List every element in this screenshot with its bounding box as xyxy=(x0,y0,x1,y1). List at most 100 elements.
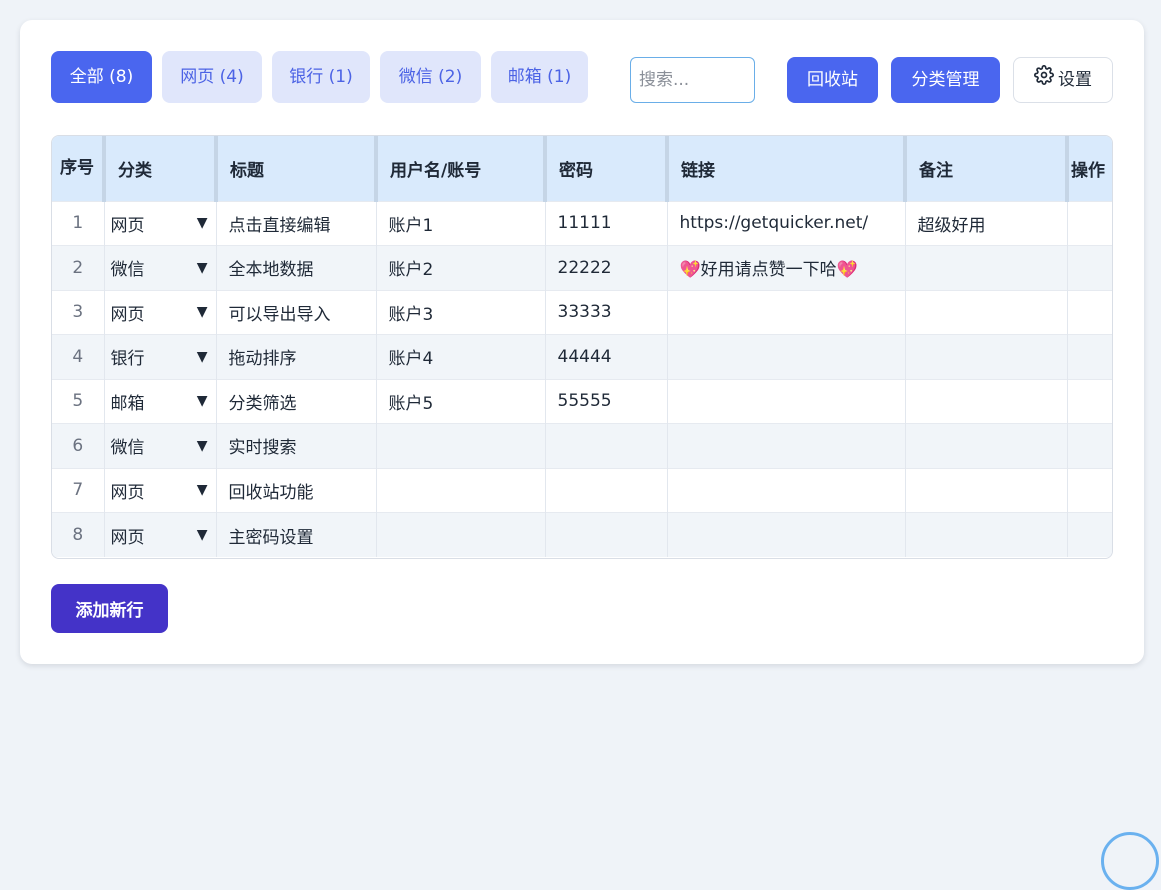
filter-web-button[interactable]: 网页 (4) xyxy=(162,51,262,103)
cell-title[interactable]: 分类筛选 xyxy=(216,378,377,424)
cell-note[interactable] xyxy=(905,289,1068,335)
caret-down-icon: ▼ xyxy=(196,527,208,543)
table-row: 5 邮箱 ▼ 分类筛选 账户5 55555 xyxy=(52,378,1112,424)
cell-actions xyxy=(1067,423,1112,468)
caret-down-icon: ▼ xyxy=(196,348,208,365)
header-link[interactable]: 链接 xyxy=(667,136,907,201)
filter-email-button[interactable]: 邮箱 (1) xyxy=(491,51,588,103)
caret-down-icon: ▼ xyxy=(196,482,208,499)
filter-all-button[interactable]: 全部 (8) xyxy=(51,51,152,103)
caret-down-icon: ▼ xyxy=(196,215,208,232)
header-password[interactable]: 密码 xyxy=(545,136,669,201)
header-category[interactable]: 分类 xyxy=(104,136,218,201)
add-row-button[interactable]: 添加新行 xyxy=(51,584,168,633)
cell-password[interactable] xyxy=(545,512,668,557)
category-value: 银行 xyxy=(110,349,145,370)
cell-note[interactable] xyxy=(905,423,1068,468)
cell-password[interactable] xyxy=(545,467,668,513)
cell-note[interactable] xyxy=(905,334,1068,379)
category-value: 网页 xyxy=(110,215,145,236)
cell-link[interactable] xyxy=(667,423,906,468)
cell-password[interactable]: 33333 xyxy=(545,289,668,335)
cell-title[interactable]: 可以导出导入 xyxy=(216,289,377,335)
cell-link[interactable] xyxy=(667,289,906,335)
cell-password[interactable]: 55555 xyxy=(545,378,668,424)
filter-wechat-button[interactable]: 微信 (2) xyxy=(380,51,481,103)
recycle-bin-button[interactable]: 回收站 xyxy=(787,57,878,103)
cell-link[interactable]: 💖好用请点赞一下哈💖 xyxy=(667,245,906,290)
cell-username[interactable]: 账户3 xyxy=(376,289,546,335)
table-row: 7 网页 ▼ 回收站功能 xyxy=(52,467,1112,513)
header-note[interactable]: 备注 xyxy=(905,136,1069,201)
cell-password[interactable] xyxy=(545,423,668,468)
cell-category-select[interactable]: 微信 ▼ xyxy=(104,423,217,468)
cell-username[interactable] xyxy=(376,423,546,468)
cell-link[interactable] xyxy=(667,512,906,557)
cell-password[interactable]: 22222 xyxy=(545,245,668,290)
cell-actions xyxy=(1067,245,1112,290)
cell-note[interactable] xyxy=(905,378,1068,424)
password-manager-card: 全部 (8) 网页 (4) 银行 (1) 微信 (2) 邮箱 (1) 回收站 分… xyxy=(20,20,1144,664)
table-row: 4 银行 ▼ 拖动排序 账户4 44444 xyxy=(52,334,1112,379)
cell-title[interactable]: 回收站功能 xyxy=(216,467,377,513)
cell-link[interactable]: https://getquicker.net/ xyxy=(667,200,906,246)
cell-title[interactable]: 实时搜索 xyxy=(216,423,377,468)
filter-bank-button[interactable]: 银行 (1) xyxy=(272,51,370,103)
category-manage-button[interactable]: 分类管理 xyxy=(891,57,1000,103)
cell-index: 8 xyxy=(52,512,105,557)
gear-icon xyxy=(1034,57,1054,103)
search-input[interactable] xyxy=(630,57,755,103)
cell-index: 6 xyxy=(52,423,105,468)
category-value: 邮箱 xyxy=(110,393,145,414)
cell-actions xyxy=(1067,200,1112,246)
cell-username[interactable]: 账户5 xyxy=(376,378,546,424)
cell-username[interactable] xyxy=(376,467,546,513)
cell-note[interactable] xyxy=(905,512,1068,557)
cell-title[interactable]: 主密码设置 xyxy=(216,512,377,557)
cell-link[interactable] xyxy=(667,467,906,513)
cell-note[interactable]: 超级好用 xyxy=(905,200,1068,246)
cell-username[interactable] xyxy=(376,512,546,557)
cell-title[interactable]: 全本地数据 xyxy=(216,245,377,290)
settings-button[interactable]: 设置 xyxy=(1013,57,1113,103)
caret-down-icon: ▼ xyxy=(196,393,208,410)
cell-actions xyxy=(1067,289,1112,335)
cell-category-select[interactable]: 网页 ▼ xyxy=(104,467,217,513)
cell-index: 2 xyxy=(52,245,105,290)
cell-password[interactable]: 11111 xyxy=(545,200,668,246)
cell-index: 7 xyxy=(52,467,105,513)
header-username[interactable]: 用户名/账号 xyxy=(376,136,547,201)
cell-category-select[interactable]: 网页 ▼ xyxy=(104,512,217,557)
cell-username[interactable]: 账户2 xyxy=(376,245,546,290)
cell-username[interactable]: 账户4 xyxy=(376,334,546,379)
category-value: 微信 xyxy=(110,438,145,459)
table-row: 8 网页 ▼ 主密码设置 xyxy=(52,512,1112,557)
cell-actions xyxy=(1067,467,1112,513)
cell-title[interactable]: 点击直接编辑 xyxy=(216,200,377,246)
table-row: 2 微信 ▼ 全本地数据 账户2 22222 💖好用请点赞一下哈💖 xyxy=(52,245,1112,290)
table-header-row: 序号 分类 标题 用户名/账号 密码 链接 备注 操作 xyxy=(52,136,1112,201)
cell-link[interactable] xyxy=(667,378,906,424)
cell-note[interactable] xyxy=(905,245,1068,290)
header-title[interactable]: 标题 xyxy=(216,136,378,201)
cell-actions xyxy=(1067,334,1112,379)
cell-title[interactable]: 拖动排序 xyxy=(216,334,377,379)
cell-note[interactable] xyxy=(905,467,1068,513)
category-value: 微信 xyxy=(110,260,145,281)
caret-down-icon: ▼ xyxy=(196,437,208,454)
cell-username[interactable]: 账户1 xyxy=(376,200,546,246)
cell-category-select[interactable]: 邮箱 ▼ xyxy=(104,378,217,424)
cell-category-select[interactable]: 微信 ▼ xyxy=(104,245,217,290)
table-body: 1 网页 ▼ 点击直接编辑 账户1 11111 https://getquicker.net… xyxy=(52,200,1112,557)
header-index: 序号 xyxy=(52,136,106,201)
cell-link[interactable] xyxy=(667,334,906,379)
cell-category-select[interactable]: 网页 ▼ xyxy=(104,200,217,246)
table-row: 1 网页 ▼ 点击直接编辑 账户1 11111 https://getquicker.net… xyxy=(52,200,1112,246)
cell-category-select[interactable]: 网页 ▼ xyxy=(104,289,217,335)
cell-password[interactable]: 44444 xyxy=(545,334,668,379)
cell-actions xyxy=(1067,378,1112,424)
cell-category-select[interactable]: 银行 ▼ xyxy=(104,334,217,379)
caret-down-icon: ▼ xyxy=(196,304,208,321)
cell-actions xyxy=(1067,512,1112,557)
floating-circle-button[interactable] xyxy=(1101,832,1159,890)
